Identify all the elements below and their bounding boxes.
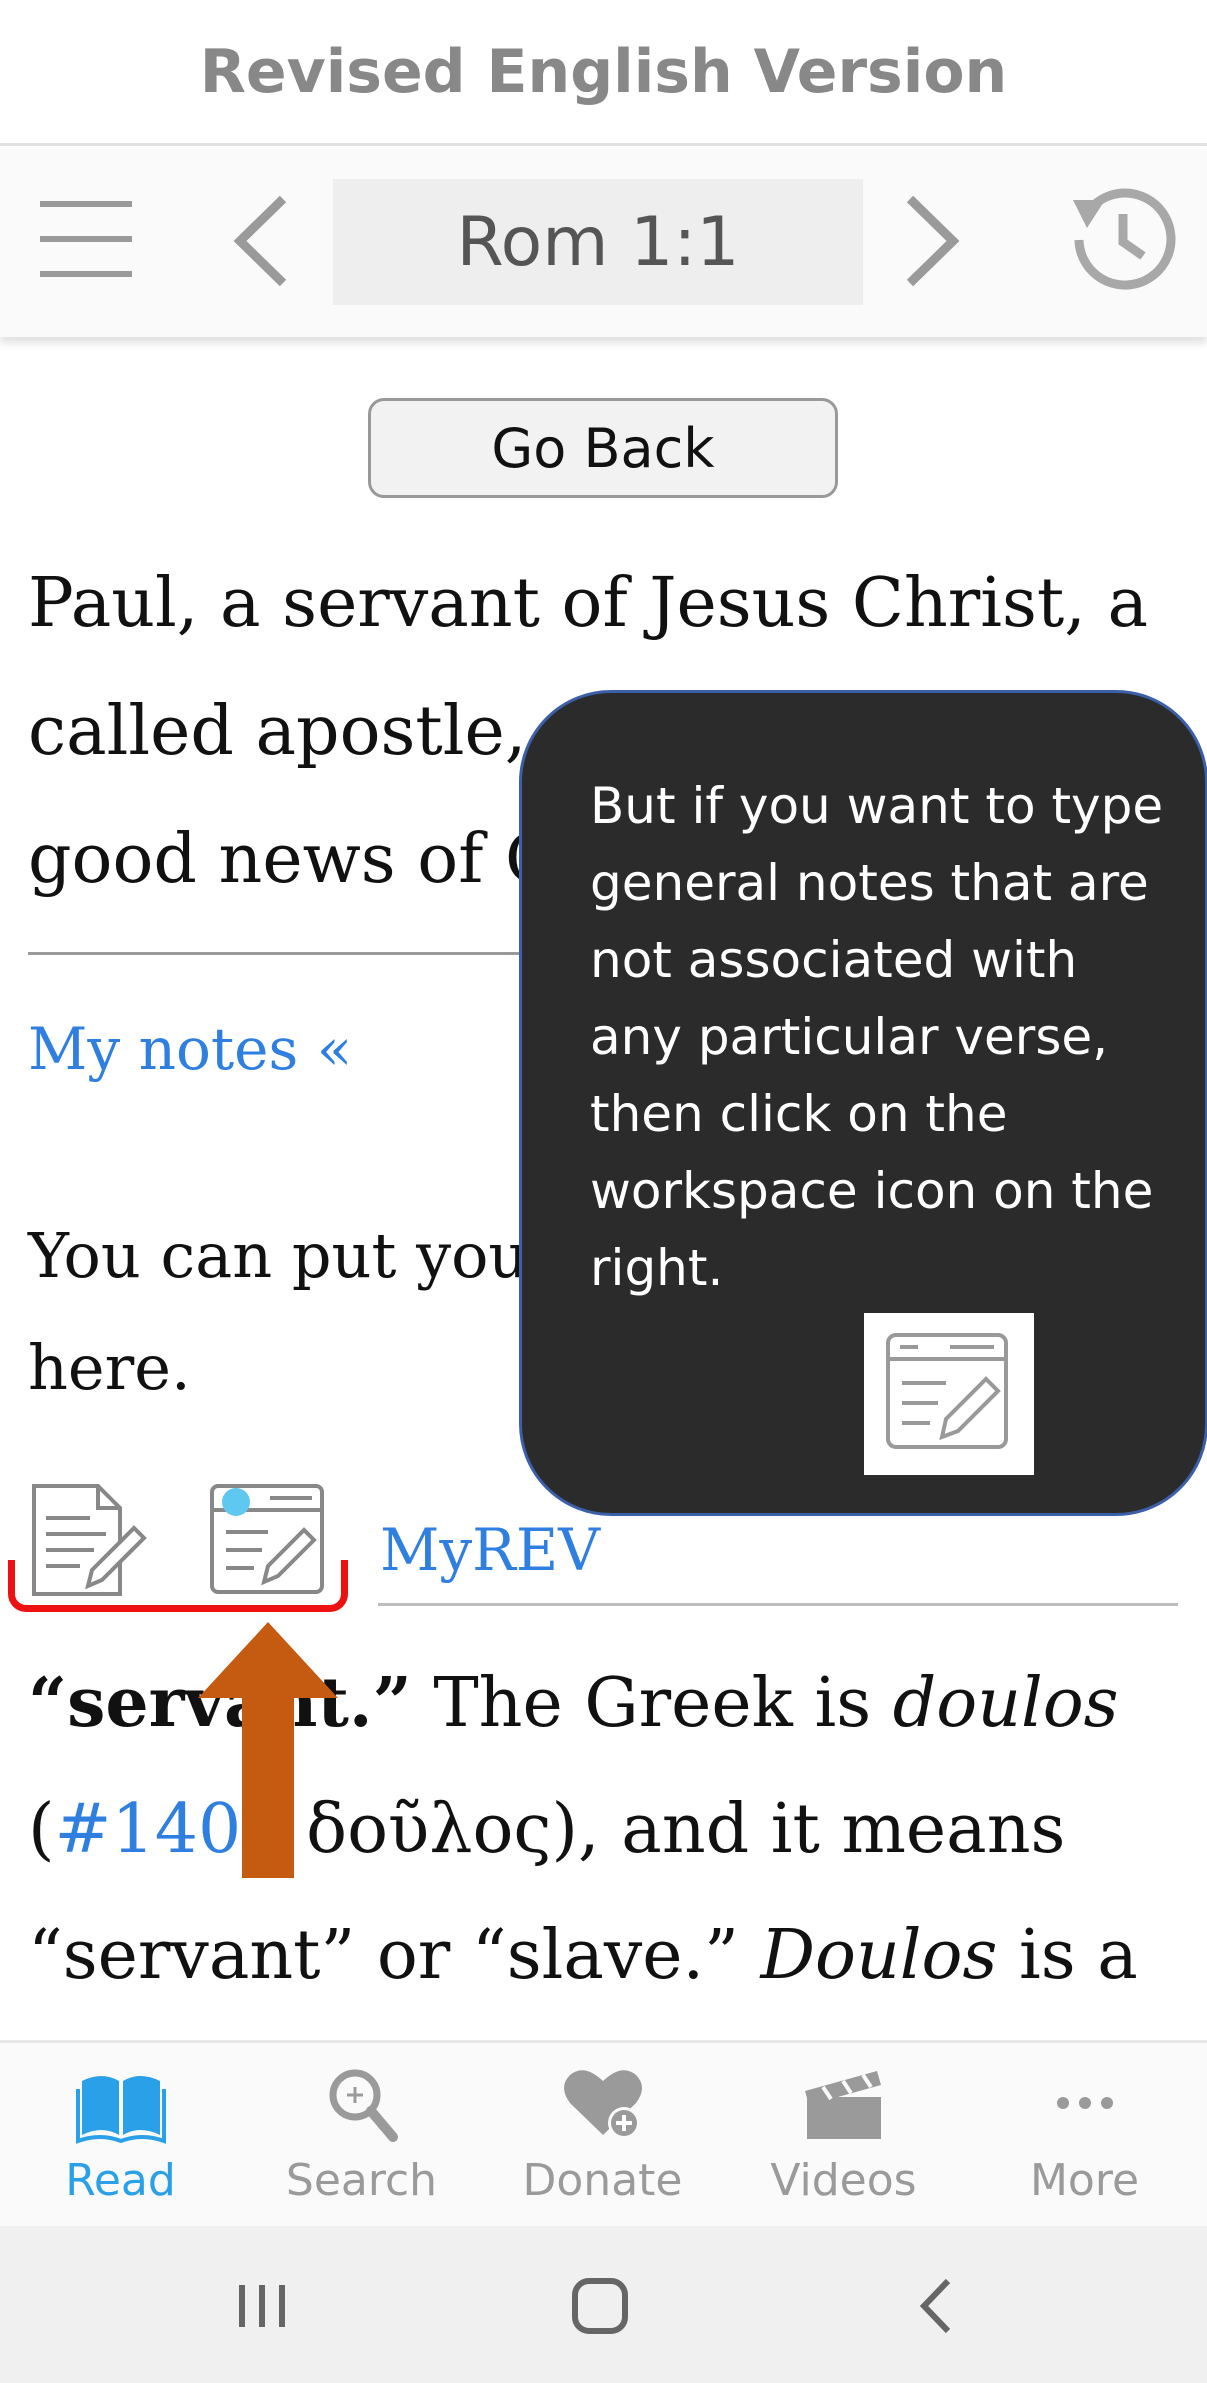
back-icon[interactable] [898, 2271, 978, 2341]
nav-more[interactable]: More [964, 2061, 1205, 2221]
tutorial-callout: But if you want to type general notes th… [519, 690, 1207, 1516]
myrev-link[interactable]: MyREV [380, 1516, 600, 1584]
bottom-nav: Read Search Donate Videos More [0, 2040, 1207, 2226]
heart-plus-icon [563, 2070, 642, 2139]
workspace-icon [864, 1313, 1034, 1475]
navigation-toolbar: Rom 1:1 [0, 149, 1207, 337]
nav-search[interactable]: Search [241, 2061, 482, 2221]
app-title: Revised English Version [199, 36, 1008, 107]
my-notes-link[interactable]: My notes « [28, 1015, 352, 1083]
nav-label: Videos [770, 2155, 917, 2206]
nav-donate[interactable]: Donate [482, 2061, 723, 2221]
reference-label: Rom 1:1 [456, 202, 740, 282]
nav-label: Search [285, 2155, 438, 2206]
recent-apps-icon[interactable] [222, 2271, 302, 2341]
nav-videos[interactable]: Videos [723, 2061, 964, 2221]
book-open-icon [75, 2076, 166, 2144]
chevron-left-icon[interactable] [228, 191, 298, 291]
system-navigation-bar [0, 2226, 1207, 2383]
nav-label: Donate [522, 2155, 683, 2206]
go-back-button[interactable]: Go Back [368, 398, 838, 498]
app-title-bar: Revised English Version [0, 0, 1207, 146]
nav-label: More [1029, 2155, 1140, 2206]
hamburger-menu-icon[interactable] [40, 201, 132, 277]
callout-text: But if you want to type general notes th… [590, 777, 1164, 1297]
home-icon[interactable] [560, 2271, 640, 2341]
divider [378, 1603, 1178, 1606]
more-dots-icon [1056, 2097, 1113, 2109]
highlight-bracket [8, 1560, 348, 1612]
nav-read[interactable]: Read [0, 2061, 241, 2221]
nav-label: Read [65, 2155, 176, 2206]
chevron-right-icon[interactable] [895, 191, 965, 291]
search-icon [329, 2069, 398, 2142]
arrow-up-icon [198, 1622, 338, 1878]
reference-selector[interactable]: Rom 1:1 [333, 179, 863, 305]
history-icon[interactable] [1065, 184, 1177, 296]
clapperboard-icon [804, 2071, 881, 2139]
